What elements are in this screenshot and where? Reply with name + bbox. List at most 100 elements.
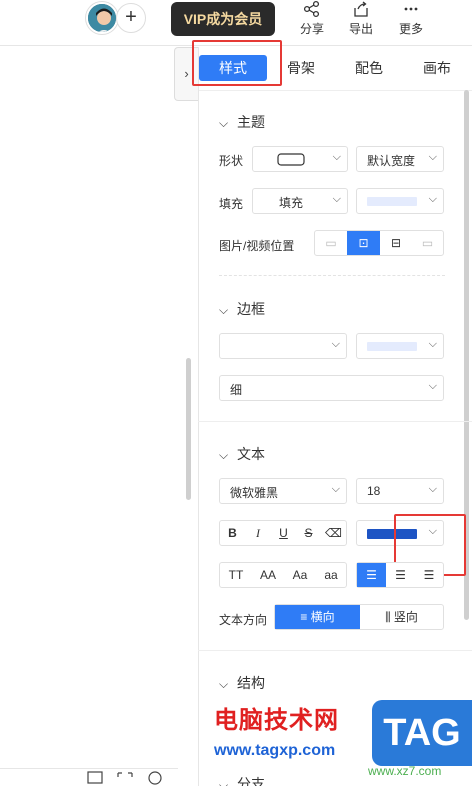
chevron-down-icon: ⌵: [219, 116, 229, 130]
chevron-down-icon: ⌵: [219, 677, 229, 691]
chevron-down-icon: ⌵: [428, 151, 437, 163]
fill-type-select[interactable]: 填充 ⌵: [252, 188, 348, 214]
share-icon: [303, 0, 320, 18]
share-label: 分享: [299, 22, 324, 36]
strikethrough-button[interactable]: S: [296, 521, 321, 545]
watermark-tag-badge: TAG: [372, 700, 472, 766]
chevron-down-icon: ⌵: [428, 338, 437, 350]
chevron-down-icon: ⌵: [331, 338, 340, 350]
border-thickness-select[interactable]: 细 ⌵: [219, 375, 444, 401]
text-direction-label: 文本方向: [219, 613, 268, 627]
eraser-icon: ⌫: [325, 526, 342, 540]
case-option-capitalize[interactable]: Aa: [284, 563, 316, 587]
fullscreen-icon[interactable]: [117, 772, 133, 777]
chevron-right-icon: ›: [184, 66, 189, 81]
section-structure-title: 结构: [237, 675, 265, 691]
case-option-lower[interactable]: aa: [316, 563, 346, 587]
section-branch-title: 分支: [237, 776, 265, 786]
italic-button[interactable]: I: [245, 521, 271, 545]
width-select[interactable]: 默认宽度 ⌵: [356, 146, 444, 172]
font-family-select[interactable]: 微软雅黑 ⌵: [219, 478, 347, 504]
image-position-group: ▭ ⊡ ⊟ ▭: [314, 230, 444, 256]
export-icon: [354, 1, 368, 17]
text-format-group: B I U S ⌫: [219, 520, 347, 546]
tab-canvas[interactable]: 画布: [417, 55, 457, 81]
vip-membership-button[interactable]: VIP成为会员: [171, 2, 275, 36]
watermark-sub-url: www.xz7.com: [368, 764, 442, 778]
align-center-icon: ☰: [395, 568, 406, 582]
chevron-down-icon: ⌵: [428, 483, 437, 495]
direction-horizontal-label: 横向: [310, 610, 335, 624]
divider: [219, 275, 445, 276]
image-right-option[interactable]: ▭: [412, 231, 443, 255]
border-color-select[interactable]: ⌵: [356, 333, 444, 359]
section-text-header[interactable]: ⌵ 文本: [219, 444, 265, 464]
section-border-title: 边框: [237, 301, 265, 317]
text-direction-group: ≡ 横向 ⫼ 竖向: [274, 604, 444, 630]
border-thickness-value: 细: [230, 383, 243, 397]
text-align-group: ☰ ☰ ☰: [356, 562, 444, 588]
chevron-down-icon: ⌵: [331, 483, 340, 495]
fill-color-select[interactable]: ⌵: [356, 188, 444, 214]
rounded-rect-shape-icon: [277, 153, 305, 166]
export-label: 导出: [348, 22, 373, 36]
image-left-option[interactable]: ▭: [315, 231, 347, 255]
help-icon[interactable]: [148, 771, 162, 785]
case-option-upper[interactable]: AA: [252, 563, 284, 587]
chevron-down-icon: ⌵: [428, 193, 437, 205]
align-left-button[interactable]: ☰: [357, 563, 386, 587]
export-button[interactable]: 导出: [341, 0, 381, 40]
canvas-bottom-toolbar: [0, 768, 178, 786]
image-top-option[interactable]: ⊟: [380, 231, 412, 255]
font-size-value: 18: [367, 484, 381, 498]
section-theme-title: 主题: [237, 114, 265, 130]
case-option-small-caps[interactable]: TT: [220, 563, 252, 587]
font-size-select[interactable]: 18 ⌵: [356, 478, 444, 504]
canvas-scrollbar[interactable]: [186, 358, 191, 500]
clear-format-button[interactable]: ⌫: [321, 521, 346, 545]
minimap-icon[interactable]: [87, 771, 103, 784]
highlight-box-style-tab: [192, 40, 282, 86]
watermark-site-name: 电脑技术网: [214, 707, 339, 734]
divider: [198, 650, 472, 651]
fill-label: 填充: [219, 197, 244, 211]
align-center-button[interactable]: ☰: [386, 563, 415, 587]
width-value: 默认宽度: [367, 154, 416, 168]
user-avatar[interactable]: [86, 2, 118, 34]
chevron-down-icon: ⌵: [219, 778, 229, 786]
section-theme-header[interactable]: ⌵ 主题: [219, 112, 265, 132]
font-family-value: 微软雅黑: [230, 486, 279, 500]
section-branch-header[interactable]: ⌵ 分支: [219, 774, 265, 786]
chevron-down-icon: ⌵: [219, 448, 229, 462]
image-bottom-option[interactable]: ⊡: [347, 231, 380, 255]
tab-color-scheme[interactable]: 配色: [349, 55, 389, 81]
shape-select[interactable]: ⌵: [252, 146, 348, 172]
add-collaborator-button[interactable]: +: [116, 3, 146, 33]
tab-skeleton[interactable]: 骨架: [281, 55, 321, 81]
direction-vertical-label: 竖向: [393, 610, 418, 624]
share-button[interactable]: 分享: [292, 0, 332, 40]
fill-color-swatch: [367, 197, 417, 206]
chevron-down-icon: ⌵: [332, 193, 341, 205]
direction-horizontal-button[interactable]: ≡ 横向: [275, 605, 360, 629]
chevron-down-icon: ⌵: [332, 151, 341, 163]
fill-type-value: 填充: [279, 196, 304, 210]
underline-button[interactable]: U: [271, 521, 296, 545]
horizontal-text-icon: ≡: [300, 610, 311, 624]
section-border-header[interactable]: ⌵ 边框: [219, 299, 265, 319]
align-right-button[interactable]: ☰: [415, 563, 443, 587]
bold-button[interactable]: B: [220, 521, 245, 545]
watermark-url: www.tagxp.com: [214, 742, 336, 759]
mindmap-canvas[interactable]: [0, 47, 198, 786]
more-icon: [404, 7, 418, 11]
more-button[interactable]: 更多: [391, 0, 431, 40]
border-color-swatch: [367, 342, 417, 351]
direction-vertical-button[interactable]: ⫼ 竖向: [360, 605, 443, 629]
border-style-select[interactable]: ⌵: [219, 333, 347, 359]
chevron-down-icon: ⌵: [219, 303, 229, 317]
vertical-text-icon: ⫼: [385, 610, 394, 624]
text-case-group: TT AA Aa aa: [219, 562, 347, 588]
shape-label: 形状: [219, 154, 244, 168]
section-structure-header[interactable]: ⌵ 结构: [219, 673, 265, 693]
chevron-down-icon: ⌵: [428, 380, 437, 392]
